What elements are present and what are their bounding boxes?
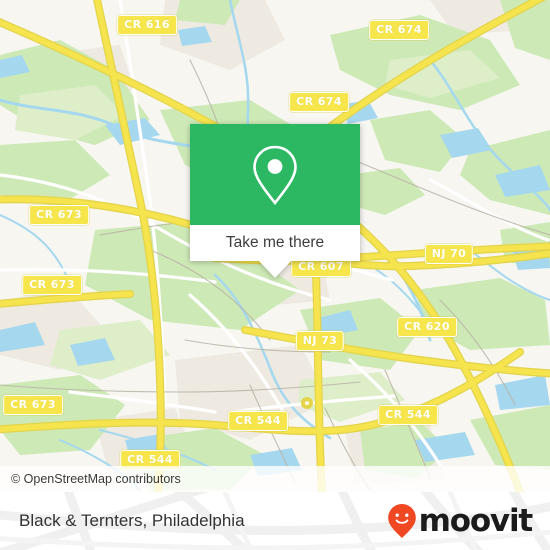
popup-pointer: [258, 260, 292, 278]
place-name: Black & Ternters, Philadelphia: [19, 511, 245, 530]
popup-header: [190, 124, 360, 225]
road-shield: CR 673: [3, 395, 63, 415]
road-shield: CR 544: [378, 405, 438, 425]
road-shield: CR 674: [289, 92, 349, 112]
moovit-smiley-pin-icon: [387, 504, 416, 538]
road-shield: NJ 73: [295, 331, 345, 351]
moovit-logo[interactable]: moovit: [387, 502, 534, 539]
attribution-text: © OpenStreetMap contributors: [11, 472, 181, 486]
map-attribution: © OpenStreetMap contributors: [0, 466, 550, 492]
map-pin-icon: [253, 145, 297, 205]
footer-bar: Black & Ternters, Philadelphia moovit: [0, 492, 550, 550]
popup-footer[interactable]: Take me there: [190, 225, 360, 278]
road-shield: CR 673: [29, 205, 89, 225]
map-canvas[interactable]: CR 616 CR 674 CR 674 CR 673 CR 673 NJ 70…: [0, 0, 550, 492]
location-popup[interactable]: Take me there: [190, 124, 360, 278]
moovit-wordmark: moovit: [418, 502, 534, 539]
road-shield: NJ 70: [424, 244, 474, 264]
road-shield: CR 620: [397, 317, 457, 337]
road-shield: CR 673: [22, 275, 82, 295]
take-me-there-label: Take me there: [225, 234, 325, 251]
road-shield: CR 544: [228, 411, 288, 431]
road-shield: CR 616: [117, 15, 177, 35]
moovit-map-screen: CR 616 CR 674 CR 674 CR 673 CR 673 NJ 70…: [0, 0, 550, 550]
road-shield: CR 674: [369, 20, 429, 40]
